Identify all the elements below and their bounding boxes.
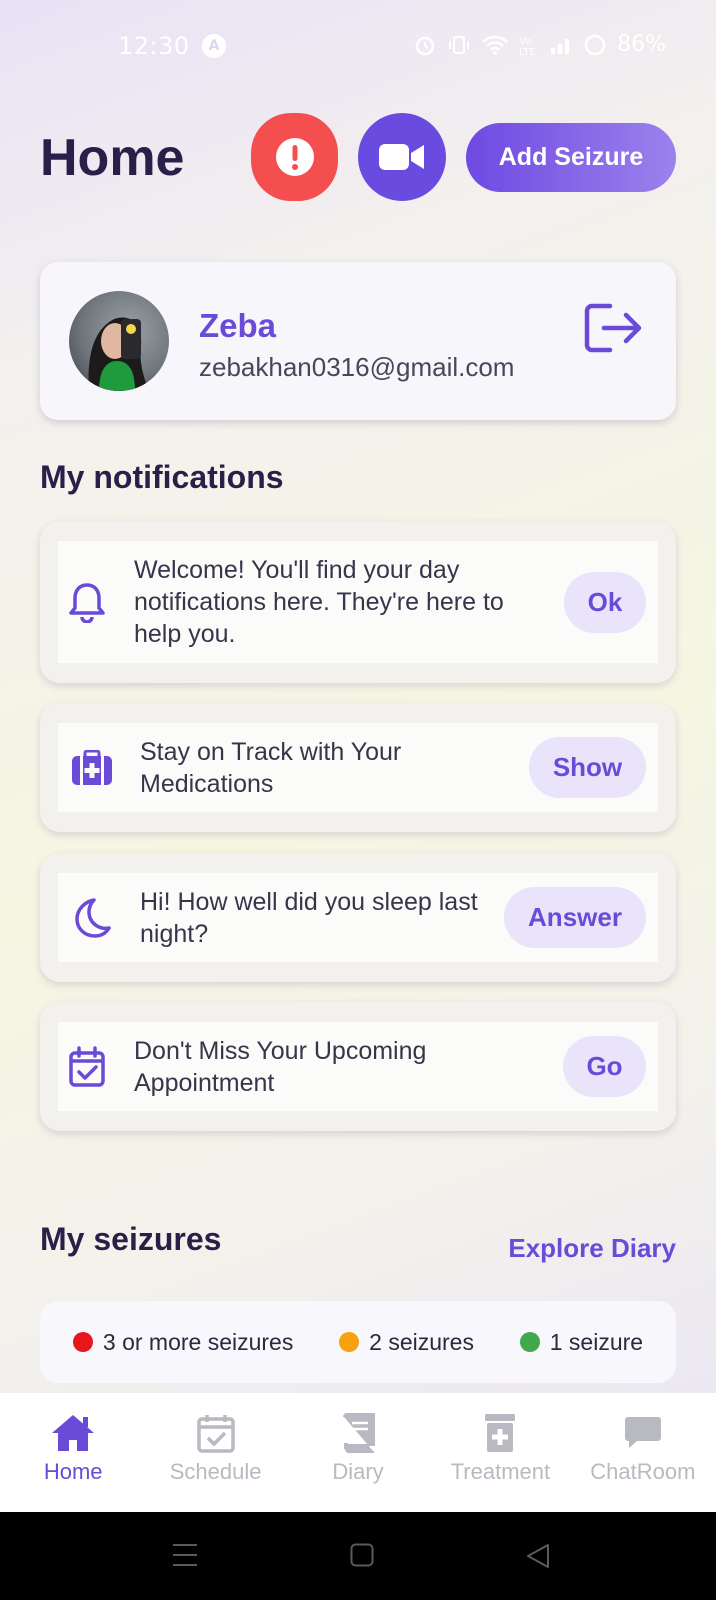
notification-go-button[interactable]: Go — [563, 1036, 646, 1097]
add-seizure-button[interactable]: Add Seizure — [466, 123, 676, 192]
legend-dot-green — [519, 1332, 540, 1352]
calendar-check-icon — [69, 1045, 105, 1087]
notification-icon-wrap — [58, 749, 126, 786]
recents-icon[interactable] — [172, 1543, 198, 1567]
vibrate-icon — [449, 35, 470, 54]
battery-icon — [584, 34, 606, 55]
legend-label: 2 seizures — [369, 1328, 474, 1355]
nav-home[interactable]: Home — [2, 1413, 144, 1512]
nav-chatroom[interactable]: ChatRoom — [572, 1413, 714, 1512]
legend-label: 1 seizure — [549, 1328, 644, 1355]
profile-email: zebakhan0316@gmail.com — [199, 352, 515, 382]
home-icon — [52, 1415, 95, 1451]
notification-card: Don't Miss Your Upcoming Appointment Go — [40, 1002, 676, 1131]
notification-icon-wrap — [58, 581, 116, 623]
calendar-icon — [196, 1415, 235, 1453]
notification-show-button[interactable]: Show — [529, 737, 646, 798]
legend-dot-red — [72, 1332, 93, 1352]
notification-text: Don't Miss Your Upcoming Appointment — [134, 1036, 427, 1097]
explore-diary-link[interactable]: Explore Diary — [508, 1233, 676, 1264]
notification-text: Stay on Track with Your Medications — [140, 737, 402, 798]
exclamation-icon — [275, 138, 314, 176]
avatar — [69, 291, 169, 391]
legend-item: 2 seizures — [339, 1329, 474, 1356]
logout-icon — [584, 303, 642, 353]
home-system-icon[interactable] — [350, 1543, 374, 1567]
status-time: 12:30 — [118, 32, 190, 60]
notification-card: Hi! How well did you sleep last night? A… — [40, 853, 676, 982]
medicine-icon — [485, 1414, 516, 1452]
notification-body: Hi! How well did you sleep last night? A… — [58, 873, 658, 962]
notification-ok-button[interactable]: Ok — [564, 571, 646, 633]
medkit-icon — [72, 749, 112, 785]
nav-label: Diary — [332, 1459, 384, 1484]
video-camera-icon — [379, 144, 424, 170]
logout-button[interactable] — [582, 300, 644, 361]
moon-icon — [75, 897, 111, 938]
status-app-icon: A — [202, 34, 226, 58]
svg-text:Vo: Vo — [519, 36, 531, 47]
notifications-title: My notifications — [40, 459, 284, 495]
alarm-icon — [415, 36, 435, 55]
nav-label: ChatRoom — [590, 1459, 696, 1484]
status-bar: 12:30 A Vo LTE 86% — [0, 0, 716, 92]
notification-card: Welcome! You'll find your day notificati… — [40, 521, 676, 683]
system-nav-bar — [0, 1512, 716, 1600]
notification-card: Stay on Track with Your Medications Show — [40, 703, 676, 832]
seizure-legend: 3 or more seizures 2 seizures 1 seizure — [40, 1301, 676, 1383]
status-icons: Vo LTE 86% — [413, 32, 666, 57]
seizures-title: My seizures — [40, 1221, 222, 1257]
back-icon[interactable] — [526, 1543, 550, 1569]
notification-icon-wrap — [58, 897, 126, 939]
legend-item: 3 or more seizures — [72, 1328, 294, 1356]
nav-diary[interactable]: Diary — [287, 1413, 429, 1512]
nav-label: Schedule — [169, 1459, 262, 1484]
notification-text: Hi! How well did you sleep last night? — [140, 887, 478, 948]
wifi-icon — [482, 35, 508, 55]
profile-card: Zeba zebakhan0316@gmail.com — [40, 262, 676, 420]
avatar-photo — [88, 317, 149, 391]
notification-answer-button[interactable]: Answer — [504, 887, 646, 948]
svg-text:LTE: LTE — [519, 47, 536, 57]
profile-name: Zeba — [199, 307, 277, 344]
bell-icon — [69, 583, 105, 623]
legend-item: 1 seizure — [519, 1328, 644, 1356]
battery-level: 86% — [617, 32, 666, 57]
book-icon — [343, 1413, 376, 1453]
nav-schedule[interactable]: Schedule — [144, 1413, 286, 1512]
nav-label: Home — [43, 1459, 103, 1484]
notification-icon-wrap — [58, 1045, 116, 1088]
nav-treatment[interactable]: Treatment — [429, 1413, 571, 1512]
signal-icon — [551, 38, 570, 54]
nav-label: Treatment — [450, 1459, 551, 1484]
notification-body: Welcome! You'll find your day notificati… — [58, 541, 658, 663]
legend-label: 3 or more seizures — [102, 1328, 294, 1355]
page-title: Home — [40, 129, 185, 187]
notification-body: Don't Miss Your Upcoming Appointment Go — [58, 1022, 658, 1111]
notification-text: Welcome! You'll find your day notificati… — [134, 556, 504, 648]
volte-icon: VoLTE — [519, 36, 536, 57]
sos-button[interactable] — [251, 113, 338, 201]
notification-body: Stay on Track with Your Medications Show — [58, 723, 658, 812]
video-call-button[interactable] — [358, 113, 446, 201]
chat-icon — [624, 1417, 661, 1448]
legend-dot-orange — [339, 1332, 360, 1352]
bottom-nav: Home Schedule Diary Treatment ChatRoom — [0, 1393, 716, 1512]
